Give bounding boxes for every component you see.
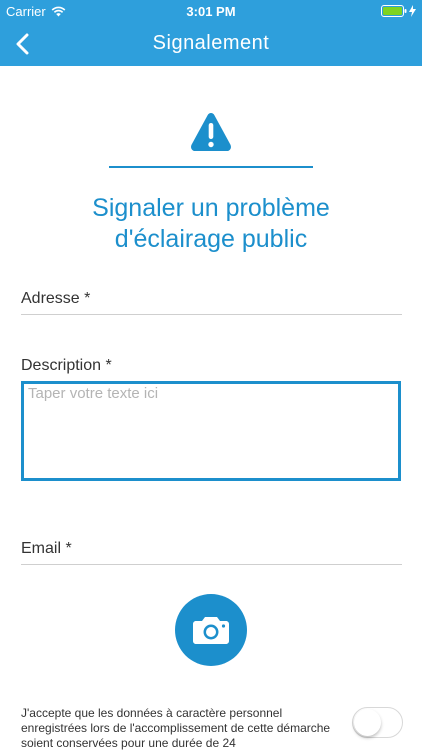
battery-icon	[381, 5, 407, 17]
heading-line-2: d'éclairage public	[114, 225, 308, 253]
status-bar: Carrier 3:01 PM	[0, 0, 422, 22]
email-field[interactable]: Email *	[21, 540, 402, 566]
form-heading: Signaler un problème d'éclairage public	[30, 193, 392, 255]
page-title: Signalement	[152, 32, 270, 54]
battery-indicator	[381, 5, 416, 17]
address-underline	[21, 314, 402, 315]
consent-text: J'accepte que les données à caractère pe…	[21, 706, 331, 750]
description-label: Description *	[21, 357, 112, 374]
charging-icon	[409, 5, 416, 17]
camera-icon	[193, 617, 229, 644]
address-label: Adresse *	[21, 290, 91, 307]
email-underline	[21, 564, 402, 565]
header-divider	[109, 166, 313, 168]
toggle-knob	[354, 709, 381, 736]
clock: 3:01 PM	[186, 4, 236, 19]
description-input[interactable]	[28, 385, 394, 477]
address-field[interactable]: Adresse *	[21, 290, 402, 316]
description-box	[21, 381, 401, 481]
heading-line-1: Signaler un problème	[92, 194, 330, 222]
add-photo-button[interactable]	[175, 594, 247, 666]
nav-bar: Signalement	[0, 22, 422, 66]
warning-icon	[191, 113, 231, 151]
consent-toggle[interactable]	[352, 707, 403, 738]
email-label: Email *	[21, 540, 72, 557]
